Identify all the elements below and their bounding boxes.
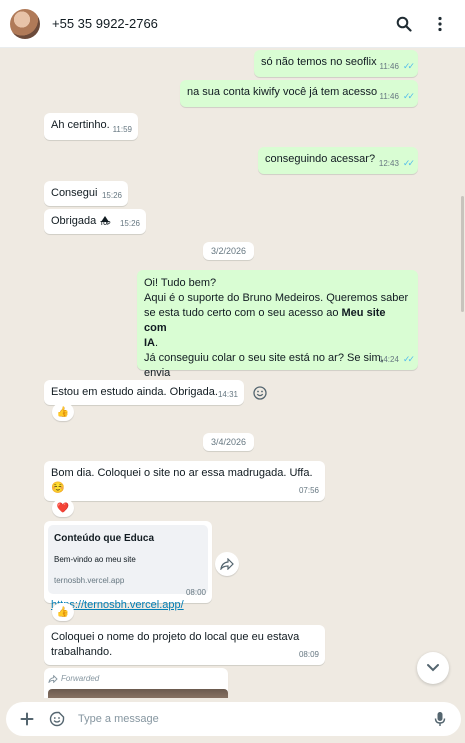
message-meta: 11:46 ✓✓ xyxy=(379,89,415,104)
bold-text: IA xyxy=(144,337,155,349)
message-line: Oi! Tudo bem? xyxy=(144,277,217,289)
message-meta: 15:26 xyxy=(119,219,140,228)
message-incoming[interactable]: Coloquei o nome do projeto do local que … xyxy=(44,625,325,665)
message-incoming-forwarded[interactable]: Forwarded xyxy=(44,668,228,698)
reaction-heart[interactable]: ❤️ xyxy=(52,499,74,517)
message-line: trabalhando. xyxy=(51,646,113,658)
date-separator: 3/4/2026 xyxy=(203,433,255,451)
menu-button[interactable] xyxy=(425,9,455,39)
message-meta: 15:26 xyxy=(101,191,122,200)
message-incoming[interactable]: Bom dia. Coloquei o site no ar essa madr… xyxy=(44,461,325,501)
message-incoming[interactable]: Ah certinho. 11:59 xyxy=(44,113,138,140)
scroll-to-bottom-button[interactable] xyxy=(417,652,449,684)
link-preview-domain: ternosbh.vercel.app xyxy=(54,576,125,585)
message-incoming[interactable]: Estou em estudo ainda. Obrigada. 14:31 xyxy=(44,380,244,405)
date-separator: 3/2/2026 xyxy=(203,242,255,260)
message-incoming[interactable]: Obrigada TOP 15:26 xyxy=(44,209,146,234)
chevron-down-icon xyxy=(427,664,439,672)
emoji-button[interactable] xyxy=(46,708,68,730)
link-preview-description: Bem-vindo ao meu site xyxy=(54,555,136,564)
message-text: Estou em estudo ainda. Obrigada. xyxy=(51,386,218,398)
message-text: só não temos no seoflix xyxy=(261,56,377,68)
message-line: Aqui é o suporte do Bruno Medeiros. Quer… xyxy=(144,292,409,304)
voice-message-button[interactable] xyxy=(429,708,451,730)
smiling-emoji: ☺️ xyxy=(51,482,65,494)
message-outgoing[interactable]: conseguindo acessar? 12:43 ✓✓ xyxy=(258,147,418,174)
message-incoming-link[interactable]: Conteúdo que Educa Bem-vindo ao meu site… xyxy=(44,521,212,611)
message-text: na sua conta kiwify você já tem acesso xyxy=(187,86,378,98)
message-outgoing[interactable]: na sua conta kiwify você já tem acesso 1… xyxy=(180,80,418,107)
search-button[interactable] xyxy=(389,9,419,39)
forward-icon xyxy=(220,558,234,570)
message-input[interactable] xyxy=(78,713,429,725)
reaction-thumbs-up[interactable]: 👍 xyxy=(52,603,74,621)
message-meta: 12:43 ✓✓ xyxy=(379,156,415,171)
message-line: se esta tudo certo com o seu acesso ao M… xyxy=(144,307,386,334)
microphone-icon xyxy=(434,712,446,726)
message-meta: 07:56 xyxy=(298,486,319,495)
read-ticks-icon: ✓✓ xyxy=(402,91,415,101)
message-text: Ah certinho. xyxy=(51,119,110,131)
message-text: conseguindo acessar? xyxy=(265,153,376,165)
message-line: IA. xyxy=(144,337,159,349)
message-line: Já conseguiu colar o seu site está no ar… xyxy=(144,352,384,379)
link-preview-title: Conteúdo que Educa xyxy=(54,533,154,544)
message-meta: 08:00 xyxy=(185,588,206,597)
forwarded-label: Forwarded xyxy=(61,674,100,683)
menu-dots-icon xyxy=(438,16,442,31)
message-text: Obrigada xyxy=(51,215,97,227)
message-list: só não temos no seoflix 11:46 ✓✓ na sua c… xyxy=(0,48,465,698)
chat-header: +55 35 9922-2766 xyxy=(0,0,465,48)
message-text: Bom dia. Coloquei o site no ar essa madr… xyxy=(51,467,313,479)
avatar[interactable] xyxy=(10,8,40,39)
message-outgoing[interactable]: só não temos no seoflix 11:46 ✓✓ xyxy=(254,50,418,77)
forwarded-image[interactable] xyxy=(48,689,228,698)
forward-button[interactable] xyxy=(215,552,239,576)
message-meta: 14:24 ✓✓ xyxy=(379,352,415,367)
plus-icon xyxy=(20,712,34,726)
message-outgoing[interactable]: Oi! Tudo bem? Aqui é o suporte do Bruno … xyxy=(137,270,418,394)
top-arrow-emoji: TOP xyxy=(100,215,110,227)
message-meta: 14:31 xyxy=(217,390,238,399)
search-icon xyxy=(396,16,412,32)
read-ticks-icon: ✓✓ xyxy=(402,61,415,71)
message-meta: 11:46 ✓✓ xyxy=(379,59,415,74)
message-meta: 11:59 xyxy=(112,125,132,134)
message-line: Coloquei o nome do projeto do local que … xyxy=(51,631,300,643)
contact-name[interactable]: +55 35 9922-2766 xyxy=(52,16,383,31)
message-composer xyxy=(6,702,461,736)
attach-button[interactable] xyxy=(16,708,38,730)
message-meta: 08:09 xyxy=(298,650,319,659)
emoji-react-button[interactable] xyxy=(250,383,270,403)
link-preview-card[interactable]: Conteúdo que Educa Bem-vindo ao meu site… xyxy=(48,525,208,594)
forwarded-icon xyxy=(48,674,58,683)
read-ticks-icon: ✓✓ xyxy=(402,354,415,364)
sticker-smiley-icon xyxy=(49,711,65,727)
smiley-icon xyxy=(253,386,267,400)
message-incoming[interactable]: Consegui 15:26 xyxy=(44,181,128,206)
message-text: Consegui xyxy=(51,187,98,199)
read-ticks-icon: ✓✓ xyxy=(402,158,415,168)
reaction-thumbs-up[interactable]: 👍 xyxy=(52,403,74,421)
